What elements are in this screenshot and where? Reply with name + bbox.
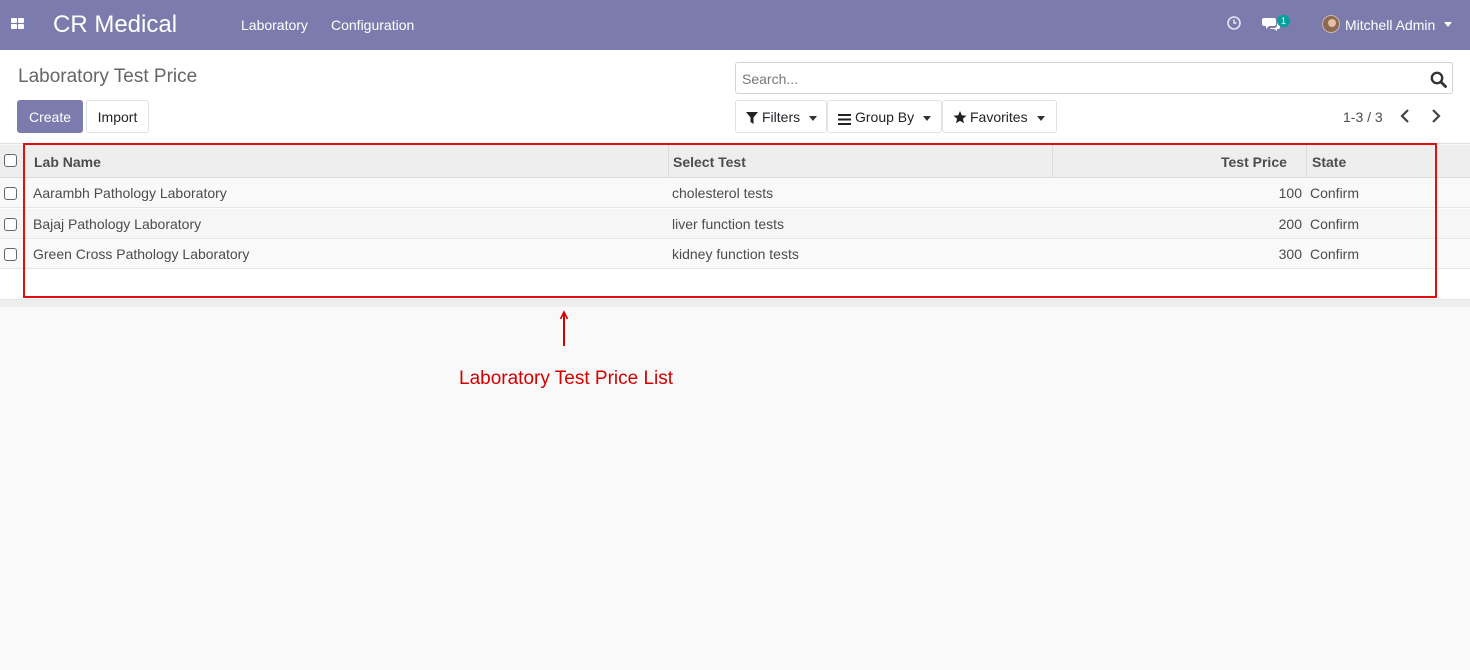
group-by-caret-icon bbox=[923, 116, 931, 121]
row-checkbox[interactable] bbox=[4, 248, 17, 261]
search-box bbox=[735, 62, 1453, 94]
user-menu-caret-icon[interactable] bbox=[1444, 22, 1452, 27]
annotation-arrow-icon bbox=[556, 310, 572, 351]
pager-value[interactable]: 1-3 / 3 bbox=[1343, 109, 1383, 125]
messages-count-badge: 1 bbox=[1277, 15, 1291, 27]
star-icon bbox=[953, 111, 967, 127]
filters-caret-icon bbox=[809, 116, 817, 121]
pager-next-icon[interactable] bbox=[1431, 109, 1441, 126]
favorites-caret-icon bbox=[1037, 116, 1045, 121]
create-button[interactable]: Create bbox=[17, 100, 83, 133]
row-checkbox[interactable] bbox=[4, 218, 17, 231]
group-by-label: Group By bbox=[855, 109, 915, 125]
top-navbar: CR Medical Laboratory Configuration 1 Mi… bbox=[0, 0, 1470, 50]
list-footer bbox=[0, 299, 1470, 307]
favorites-button[interactable]: Favorites bbox=[942, 100, 1057, 133]
user-avatar[interactable] bbox=[1322, 15, 1340, 33]
search-input[interactable] bbox=[742, 69, 1422, 89]
apps-menu-icon[interactable] bbox=[11, 18, 25, 30]
app-brand[interactable]: CR Medical bbox=[53, 11, 177, 39]
menu-laboratory[interactable]: Laboratory bbox=[241, 17, 308, 33]
menu-configuration[interactable]: Configuration bbox=[331, 17, 414, 33]
activity-clock-icon[interactable] bbox=[1226, 15, 1242, 34]
pager-previous-icon[interactable] bbox=[1400, 109, 1410, 126]
filters-button[interactable]: Filters bbox=[735, 100, 827, 133]
row-checkbox[interactable] bbox=[4, 187, 17, 200]
user-menu[interactable]: Mitchell Admin bbox=[1345, 17, 1435, 33]
filter-icon bbox=[746, 111, 758, 127]
group-by-button[interactable]: Group By bbox=[827, 100, 942, 133]
breadcrumb: Laboratory Test Price bbox=[18, 66, 198, 87]
search-icon[interactable] bbox=[1430, 71, 1447, 91]
favorites-label: Favorites bbox=[970, 109, 1028, 125]
annotation-highlight-box bbox=[23, 143, 1437, 298]
control-panel: Laboratory Test Price Create Import Filt… bbox=[0, 50, 1470, 144]
annotation-label: Laboratory Test Price List bbox=[459, 368, 674, 389]
filters-label: Filters bbox=[762, 109, 801, 125]
import-button[interactable]: Import bbox=[86, 100, 149, 133]
list-icon bbox=[838, 112, 851, 128]
select-all-checkbox[interactable] bbox=[4, 154, 17, 167]
